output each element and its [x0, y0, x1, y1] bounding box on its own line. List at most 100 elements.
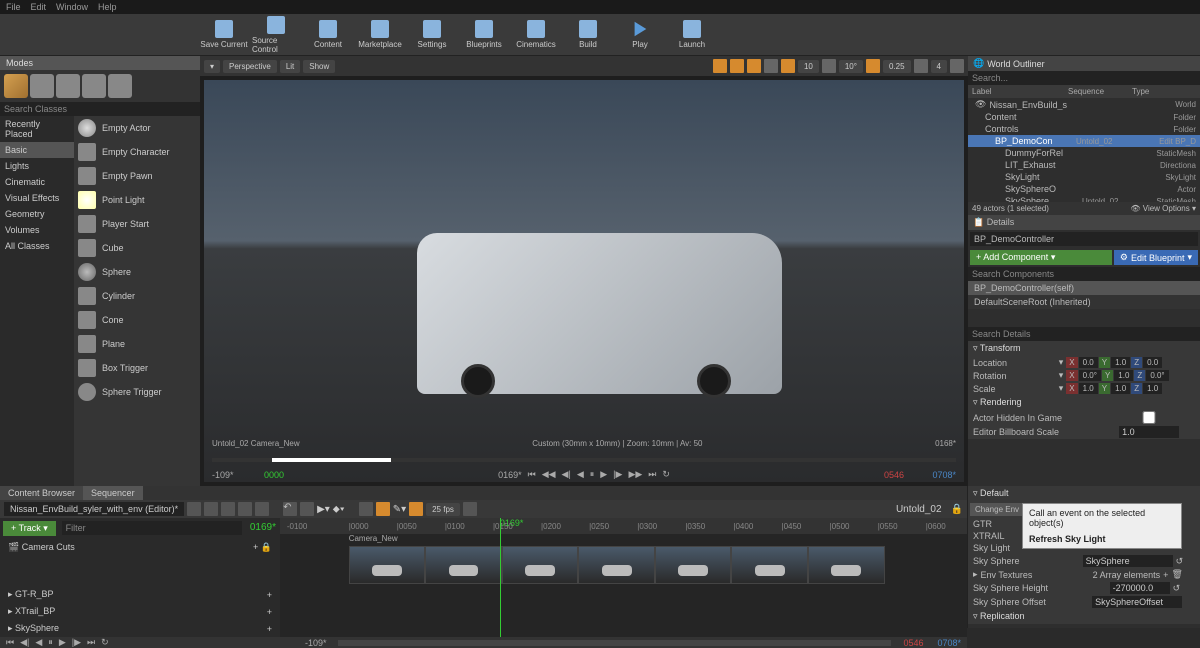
actor-cylinder[interactable]: Cylinder — [74, 284, 200, 308]
cat-volumes[interactable]: Volumes — [0, 222, 74, 238]
scale-snap-value[interactable]: 0.25 — [883, 60, 911, 73]
outliner-row[interactable]: ContentFolder — [968, 111, 1200, 123]
component-self[interactable]: BP_DemoController(self) — [968, 281, 1200, 295]
find-icon[interactable] — [204, 502, 218, 516]
landscape-mode-icon[interactable] — [56, 74, 80, 98]
scale-y[interactable]: 1.0 — [1111, 383, 1130, 394]
play-forward-icon[interactable]: ▶ — [600, 469, 607, 480]
cat-recently-placed[interactable]: Recently Placed — [0, 116, 74, 142]
render-icon[interactable] — [221, 502, 235, 516]
actor-cone[interactable]: Cone — [74, 308, 200, 332]
content-button[interactable]: Content — [304, 16, 352, 54]
track-xtrail[interactable]: ▸ XTrail_BP+ — [0, 603, 280, 620]
camera-icon[interactable] — [238, 502, 252, 516]
lit-button[interactable]: Lit — [280, 60, 300, 73]
thumbnail[interactable] — [731, 546, 808, 584]
viewport-view[interactable]: Untold_02 Camera_New Custom (30mm x 10mm… — [204, 80, 964, 482]
view-icon[interactable] — [300, 502, 314, 516]
grid-snap-value[interactable]: 10 — [798, 60, 819, 73]
loop-icon[interactable]: ↻ — [101, 637, 109, 648]
transform-icon[interactable] — [713, 59, 727, 73]
scale-x[interactable]: 1.0 — [1079, 383, 1098, 394]
outliner-row[interactable]: LIT_ExhaustDirectiona — [968, 159, 1200, 171]
cat-geometry[interactable]: Geometry — [0, 206, 74, 222]
sky-sphere-dropdown[interactable] — [1083, 555, 1173, 567]
search-details[interactable]: Search Details — [968, 327, 1200, 341]
step-back-icon[interactable]: ◀| — [562, 469, 571, 480]
save-icon[interactable] — [187, 502, 201, 516]
reset-icon[interactable]: ↺ — [1176, 556, 1184, 567]
camera-cut-thumbnails[interactable] — [349, 546, 885, 584]
scale-snap-icon[interactable] — [866, 59, 880, 73]
sequence-name[interactable]: Nissan_EnvBuild_syler_with_env (Editor)* — [4, 502, 184, 516]
marker-icon[interactable]: ⬥▾ — [333, 504, 345, 515]
search-classes-input[interactable]: Search Classes — [0, 102, 200, 116]
key-all-icon[interactable] — [359, 502, 373, 516]
outliner-row[interactable]: 👁Nissan_EnvBuild_sWorld — [968, 98, 1200, 111]
outliner-row[interactable]: ControlsFolder — [968, 123, 1200, 135]
perspective-button[interactable]: Perspective — [223, 60, 277, 73]
step-fwd-icon[interactable]: |▶ — [72, 637, 81, 648]
camera-speed-value[interactable]: 4 — [931, 60, 947, 73]
menu-help[interactable]: Help — [98, 2, 117, 12]
eye-icon[interactable]: 👁 — [975, 99, 986, 110]
sky-height-input[interactable] — [1110, 582, 1170, 594]
to-end-icon[interactable]: ⏭ — [87, 637, 95, 648]
add-track-button[interactable]: + Track ▾ — [3, 521, 56, 536]
cat-cinematic[interactable]: Cinematic — [0, 174, 74, 190]
actor-sphere-trigger[interactable]: Sphere Trigger — [74, 380, 200, 404]
sequencer-tab[interactable]: Sequencer — [83, 486, 143, 500]
foliage-mode-icon[interactable] — [82, 74, 106, 98]
rot-x[interactable]: 0.0° — [1079, 370, 1101, 381]
loop-icon[interactable]: ↻ — [662, 469, 670, 480]
default-header[interactable]: ▿ Default — [968, 486, 1200, 501]
play-button[interactable]: Play — [616, 16, 664, 54]
track-gtr[interactable]: ▸ GT-R_BP+ — [0, 586, 280, 603]
transform-header[interactable]: ▿ Transform — [968, 341, 1200, 356]
step-fwd-icon[interactable]: |▶ — [613, 469, 622, 480]
camera-cuts-track[interactable]: 🎬 Camera Cuts+ 🔒 — [0, 539, 280, 556]
actor-cube[interactable]: Cube — [74, 236, 200, 260]
actor-sphere[interactable]: Sphere — [74, 260, 200, 284]
next-key-icon[interactable]: ▶▶ — [628, 469, 642, 480]
replication-header[interactable]: ▿ Replication — [968, 609, 1200, 624]
camera-speed-icon[interactable] — [914, 59, 928, 73]
geometry-mode-icon[interactable] — [108, 74, 132, 98]
cinematics-button[interactable]: Cinematics — [512, 16, 560, 54]
to-start-icon[interactable]: ⏮ — [528, 469, 536, 480]
thumbnail[interactable] — [425, 546, 502, 584]
place-mode-icon[interactable] — [4, 74, 28, 98]
fps-dropdown[interactable]: 25 fps — [426, 503, 460, 516]
show-button[interactable]: Show — [303, 60, 335, 73]
clear-icon[interactable]: 🗑 — [1171, 569, 1182, 580]
prev-key-icon[interactable]: ◀◀ — [542, 469, 556, 480]
outliner-row[interactable]: SkyLightSkyLight — [968, 171, 1200, 183]
key-mode-icon[interactable]: ✎▾ — [393, 504, 406, 515]
cat-lights[interactable]: Lights — [0, 158, 74, 174]
thumbnail[interactable] — [578, 546, 655, 584]
component-root[interactable]: DefaultSceneRoot (Inherited) — [968, 295, 1200, 309]
view-options-button[interactable]: 👁 View Options ▾ — [1130, 204, 1196, 213]
actor-empty-actor[interactable]: Empty Actor — [74, 116, 200, 140]
to-end-icon[interactable]: ⏭ — [648, 469, 656, 480]
reset-icon[interactable]: ↺ — [1173, 583, 1181, 594]
range-slider[interactable] — [338, 640, 891, 646]
pause-icon[interactable]: ⏸ — [48, 637, 53, 648]
cat-all-classes[interactable]: All Classes — [0, 238, 74, 254]
actor-empty-pawn[interactable]: Empty Pawn — [74, 164, 200, 188]
timeline-ruler[interactable]: 0169* -0100 |0000 |0050 |0100 |0150 |020… — [280, 518, 967, 534]
rot-z[interactable]: 0.0° — [1146, 370, 1168, 381]
cat-basic[interactable]: Basic — [0, 142, 74, 158]
content-browser-tab[interactable]: Content Browser — [0, 486, 83, 500]
marketplace-button[interactable]: Marketplace — [356, 16, 404, 54]
modes-tab[interactable]: Modes — [0, 56, 200, 70]
search-components[interactable]: Search Components — [968, 267, 1200, 281]
add-icon[interactable]: + — [1163, 570, 1168, 580]
play-reverse-icon[interactable]: ◀ — [577, 469, 584, 480]
rot-y[interactable]: 1.0 — [1114, 370, 1133, 381]
angle-snap-icon[interactable] — [822, 59, 836, 73]
playhead-line[interactable] — [500, 518, 501, 637]
thumbnail[interactable] — [502, 546, 579, 584]
snap-icon[interactable] — [409, 502, 423, 516]
pause-icon[interactable]: ⏸ — [590, 469, 595, 480]
